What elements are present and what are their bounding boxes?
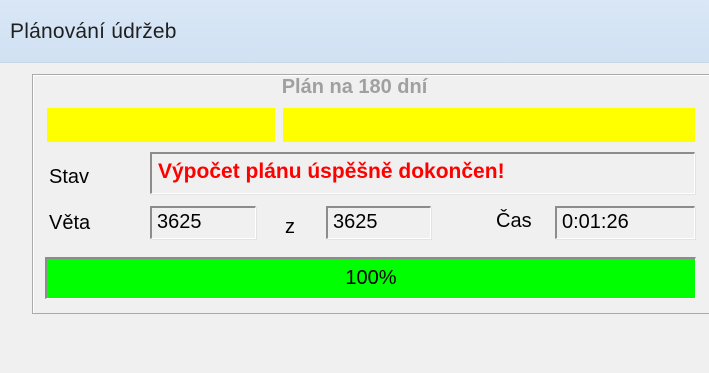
window-title: Plánování údržeb	[10, 20, 177, 43]
progress-text: 100%	[345, 267, 397, 289]
record-of-label: z	[285, 216, 295, 238]
window-titlebar: Plánování údržeb	[0, 0, 709, 63]
status-message-field: Výpočet plánu úspěšně dokončen!	[150, 152, 695, 194]
elapsed-time-field: 0:01:26	[555, 206, 695, 239]
time-label: Čas	[496, 210, 532, 232]
record-label: Věta	[49, 212, 91, 234]
plan-heading: Plán na 180 dní	[281, 76, 428, 98]
record-total-field: 3625	[326, 206, 431, 239]
status-label: Stav	[49, 166, 90, 188]
progress-bar: 100%	[45, 257, 696, 299]
plan-segment-bar	[47, 108, 275, 142]
plan-segment-bar	[283, 108, 695, 142]
record-current-field: 3625	[150, 206, 256, 239]
